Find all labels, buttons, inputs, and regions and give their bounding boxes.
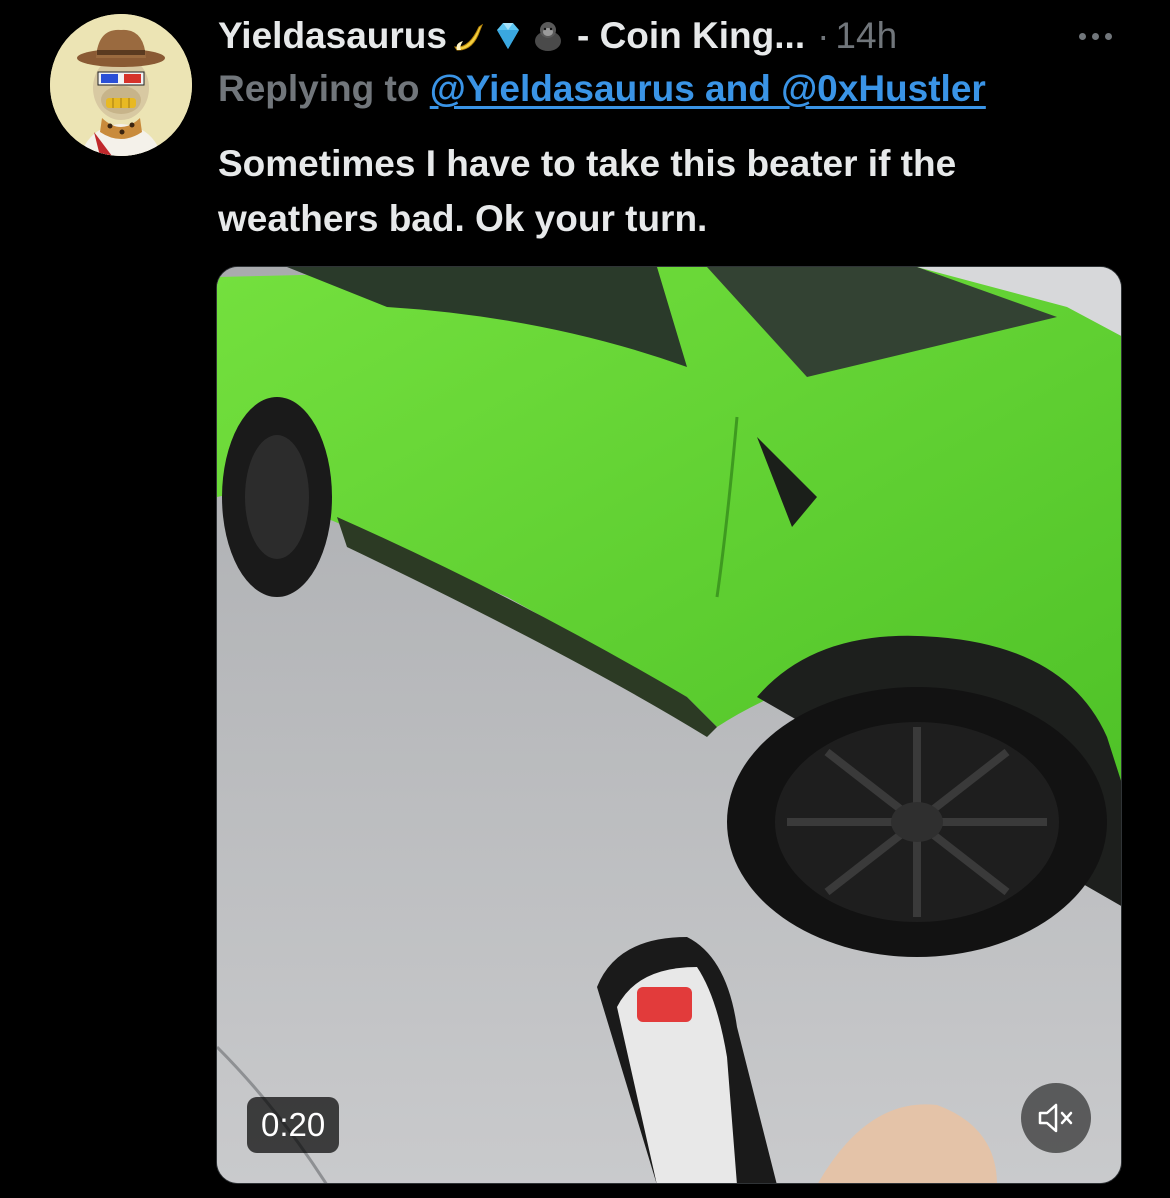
dot-separator: · — [817, 15, 830, 56]
replying-to: Replying to @Yieldasaurus and @0xHustler — [218, 68, 986, 110]
more-dot-icon — [1104, 32, 1112, 40]
gorilla-icon — [534, 22, 561, 51]
replying-to-link[interactable]: @Yieldasaurus and @0xHustler — [430, 68, 986, 109]
replying-to-label: Replying to — [218, 68, 420, 109]
more-options-button[interactable] — [1070, 16, 1120, 56]
tweet-text-line: Sometimes I have to take this beater if … — [218, 143, 957, 184]
more-dot-icon — [1078, 32, 1086, 40]
tweet[interactable]: Yieldasaurus - Coin King... · 14h Replyi… — [0, 0, 1170, 1198]
speaker-muted-icon — [1038, 1103, 1073, 1133]
gem-icon — [496, 23, 519, 49]
video-frame — [217, 267, 1121, 1183]
more-dot-icon — [1091, 32, 1099, 40]
tweet-text-line: weathers bad. Ok your turn. — [218, 198, 708, 239]
banana-icon — [453, 23, 484, 51]
tweet-header: Yieldasaurus - Coin King... · 14h — [218, 10, 897, 62]
unmute-button[interactable] — [1021, 1083, 1091, 1153]
tweet-text: Sometimes I have to take this beater if … — [218, 136, 1118, 246]
video-duration-badge: 0:20 — [247, 1097, 340, 1153]
timestamp[interactable]: 14h — [835, 15, 897, 57]
avatar[interactable] — [50, 14, 192, 156]
display-name-suffix: - Coin King... — [576, 15, 806, 56]
ape-avatar-icon — [50, 14, 192, 156]
video-player[interactable]: 0:20 — [216, 266, 1122, 1184]
display-name[interactable]: Yieldasaurus — [218, 15, 447, 57]
